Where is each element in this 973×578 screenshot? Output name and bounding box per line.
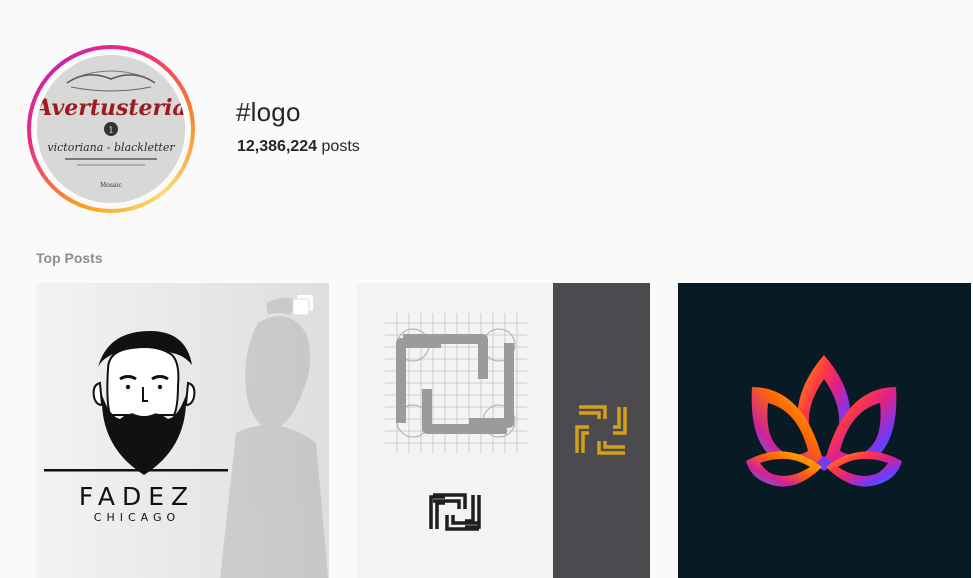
svg-text:1: 1 <box>108 126 114 136</box>
top-posts-heading: Top Posts <box>36 250 103 266</box>
svg-text:Avertusteria: Avertusteria <box>37 95 185 121</box>
post-count: 12,386,224 posts <box>237 138 360 156</box>
svg-text:victoriana - blackletter: victoriana - blackletter <box>47 141 175 154</box>
post-count-number: 12,386,224 <box>237 138 318 155</box>
post-1-location: CHICAGO <box>94 511 180 524</box>
multiple-images-icon <box>292 295 313 316</box>
lotus-gradient-logo <box>678 283 971 578</box>
top-post-1[interactable]: FADEZ CHICAGO <box>36 283 329 578</box>
top-post-2[interactable] <box>357 283 650 578</box>
hashtag-avatar[interactable]: Avertusteria 1 victoriana - blackletter … <box>27 45 195 213</box>
hashtag-title: #logo <box>236 97 301 127</box>
svg-text:Mosaic: Mosaic <box>100 182 122 189</box>
post-1-brand: FADEZ <box>79 482 195 511</box>
bearded-man-logo: FADEZ CHICAGO <box>36 283 329 578</box>
interlocking-square-knot-logo <box>357 283 650 578</box>
post-count-label: posts <box>321 138 360 155</box>
top-post-3[interactable] <box>678 283 971 578</box>
blackletter-logo-avatar: Avertusteria 1 victoriana - blackletter … <box>37 55 185 203</box>
